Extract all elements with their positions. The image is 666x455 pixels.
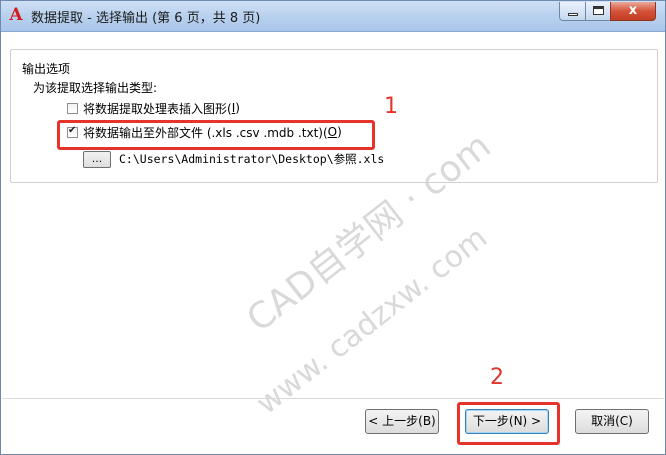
insert-table-label: 将数据提取处理表插入图形(	[83, 101, 232, 116]
annotation-step-2: 2	[490, 365, 504, 390]
output-options-group: 输出选项 为该提取选择输出类型: 将数据提取处理表插入图形(I) 将数据输出至外…	[10, 49, 658, 183]
minimize-icon	[568, 13, 578, 16]
output-file-path: C:\Users\Administrator\Desktop\参照.xls	[119, 152, 385, 166]
autocad-app-icon: A	[9, 5, 23, 25]
browse-file-button[interactable]: ...	[83, 151, 111, 168]
insert-table-checkbox[interactable]	[67, 102, 78, 114]
cancel-button[interactable]: 取消(C)	[575, 409, 649, 434]
maximize-button[interactable]	[585, 2, 611, 21]
title-bar[interactable]: A 数据提取 - 选择输出 (第 6 页，共 8 页) x	[1, 1, 665, 32]
option-insert-table[interactable]: 将数据提取处理表插入图形(I)	[67, 99, 240, 117]
dialog-window: A 数据提取 - 选择输出 (第 6 页，共 8 页) x CAD自学网 · c…	[0, 0, 666, 455]
back-button[interactable]: < 上一步(B)	[365, 409, 439, 434]
minimize-button[interactable]	[559, 2, 586, 21]
group-title: 输出选项	[21, 60, 72, 77]
next-button[interactable]: 下一步(N) >	[465, 409, 549, 434]
group-description: 为该提取选择输出类型:	[33, 81, 158, 95]
footer-divider	[2, 398, 664, 399]
close-icon: x	[628, 3, 638, 18]
dialog-content: CAD自学网 · com www. cadzxw. com 输出选项 为该提取选…	[2, 32, 664, 454]
annotation-highlight-export	[57, 120, 375, 150]
window-title: 数据提取 - 选择输出 (第 6 页，共 8 页)	[31, 11, 261, 26]
insert-table-label-tail: )	[235, 101, 240, 115]
annotation-step-1: 1	[384, 94, 398, 119]
close-button[interactable]: x	[610, 2, 656, 21]
maximize-icon	[593, 6, 604, 15]
